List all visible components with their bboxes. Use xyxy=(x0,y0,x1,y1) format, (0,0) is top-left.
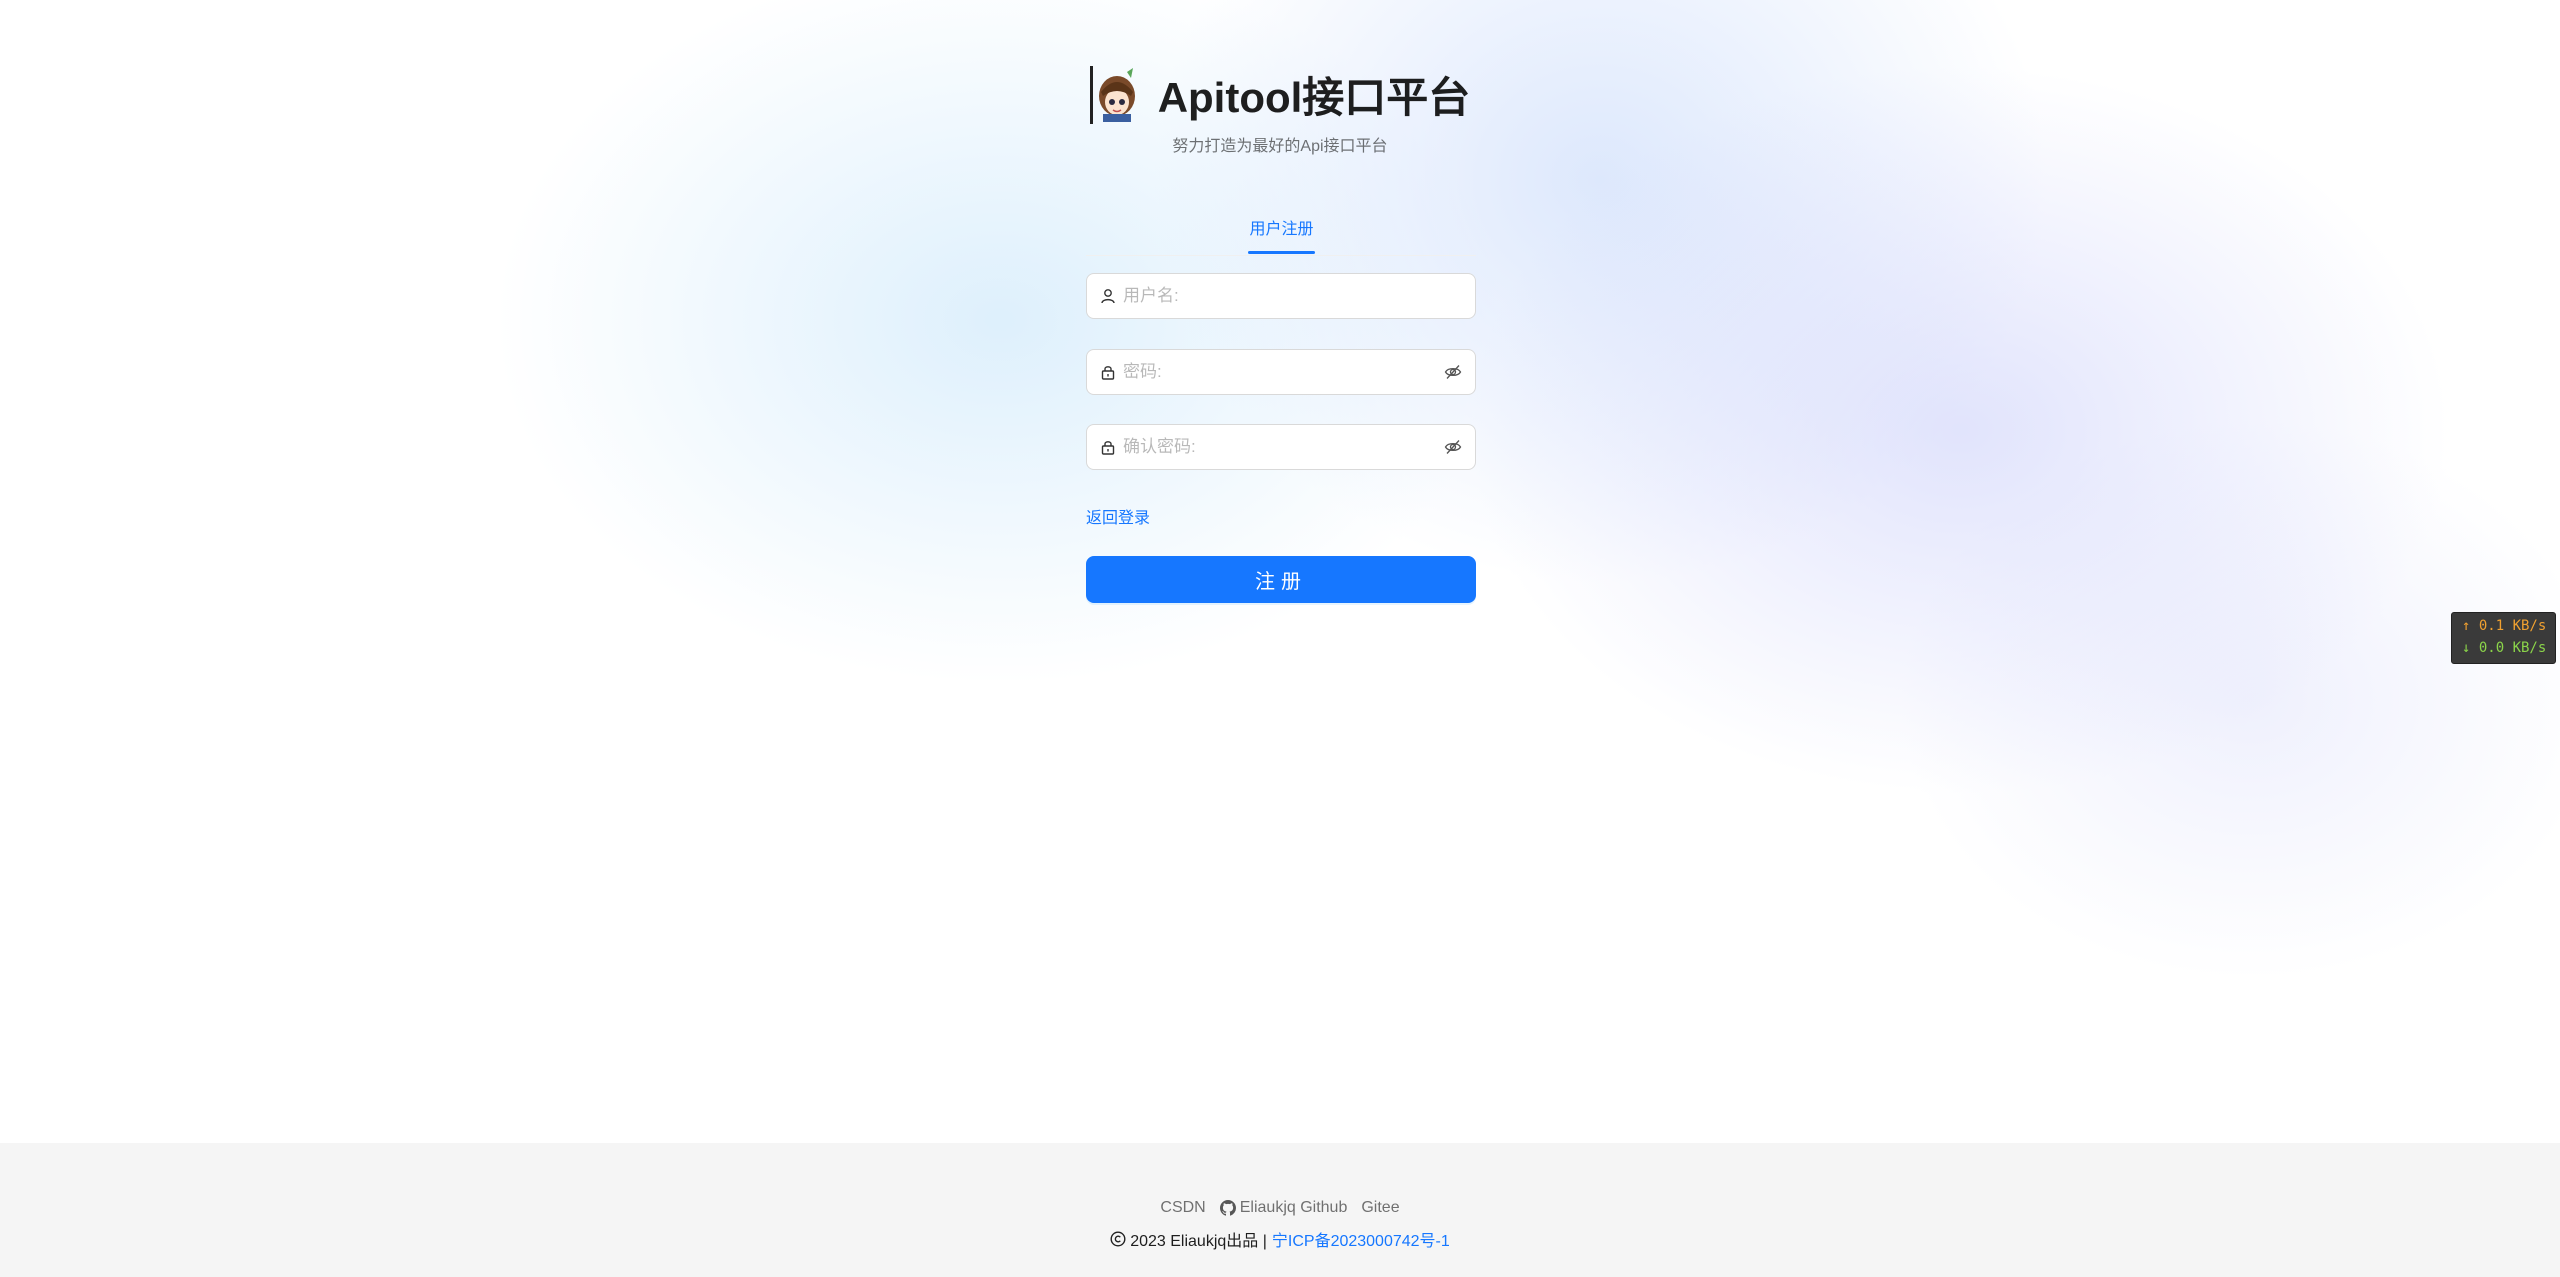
footer-links: CSDN Eliaukjq Github Gitee xyxy=(0,1199,2560,1217)
csdn-link[interactable]: CSDN xyxy=(1160,1199,1205,1217)
confirm-password-field xyxy=(1086,424,1476,470)
logo xyxy=(1089,65,1142,124)
github-link[interactable]: Eliaukjq Github xyxy=(1219,1199,1348,1217)
copyright-text: 2023 Eliaukjq出品 | xyxy=(1130,1233,1267,1250)
eye-invisible-icon[interactable] xyxy=(1443,362,1463,382)
gitee-link[interactable]: Gitee xyxy=(1361,1199,1399,1217)
tab-register[interactable]: 用户注册 xyxy=(1248,215,1315,253)
page-footer: CSDN Eliaukjq Github Gitee 2023 Eliaukjq… xyxy=(0,1143,2560,1277)
page-header: Apitool接口平台 xyxy=(0,64,2560,125)
github-icon xyxy=(1219,1200,1236,1216)
login-container: Apitool接口平台 努力打造为最好的Api接口平台 用户注册 用户名: 返回… xyxy=(0,0,2560,1143)
github-link-label: Eliaukjq Github xyxy=(1239,1199,1348,1216)
icp-link[interactable]: 宁ICP备2023000742号-1 xyxy=(1272,1227,1450,1251)
page-title: Apitool接口平台 xyxy=(1157,74,1471,121)
lock-icon xyxy=(1099,438,1117,456)
network-speed-widget[interactable]: ↑ 0.1 KB/s ↓ 0.0 KB/s xyxy=(2451,612,2556,664)
upload-speed: ↑ 0.1 KB/s xyxy=(2462,618,2547,634)
download-speed: ↓ 0.0 KB/s xyxy=(2462,640,2547,656)
password-input[interactable] xyxy=(1121,361,1443,383)
tab-active-indicator xyxy=(1248,251,1315,254)
back-to-login-link[interactable]: 返回登录 xyxy=(1086,504,1150,528)
user-icon xyxy=(1099,287,1117,305)
username-field xyxy=(1086,273,1476,319)
lock-icon xyxy=(1099,363,1117,381)
password-field xyxy=(1086,349,1476,395)
page-subtitle: 努力打造为最好的Api接口平台 xyxy=(1172,138,1388,155)
eye-invisible-icon[interactable] xyxy=(1443,437,1463,457)
tab-bar: 用户注册 xyxy=(1086,203,1476,256)
username-input[interactable] xyxy=(1121,285,1463,307)
register-button[interactable]: 注册 xyxy=(1086,556,1476,603)
copyright-icon xyxy=(1110,1231,1126,1247)
copyright-line: 2023 Eliaukjq出品 | 宁ICP备2023000742号-1 xyxy=(0,1227,2560,1251)
confirm-password-input[interactable] xyxy=(1121,436,1443,458)
